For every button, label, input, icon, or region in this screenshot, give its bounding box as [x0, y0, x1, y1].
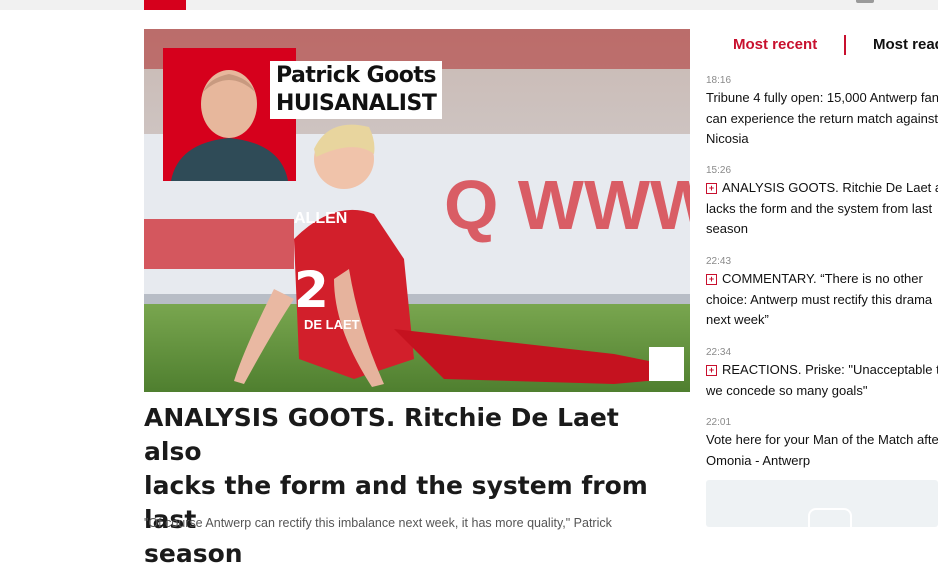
ad-board-text: Q WWW — [444, 166, 690, 244]
headline-line: ANALYSIS GOOTS. Ritchie De Laet also — [144, 403, 619, 466]
list-item[interactable]: 22:01 Vote here for your Man of the Matc… — [706, 417, 938, 471]
analyst-name-label: Patrick Goots — [270, 61, 443, 91]
analyst-role-label: HUISANALIST — [270, 89, 443, 119]
news-title[interactable]: Tribune 4 fully open: 15,000 Antwerp fan… — [706, 88, 938, 150]
tab-most-read[interactable]: Most read — [873, 34, 938, 56]
news-title[interactable]: + ANALYSIS GOOTS. Ritchie De Laet also lac… — [706, 178, 938, 240]
tab-most-recent[interactable]: Most recent — [733, 34, 817, 56]
ad-placeholder-icon — [808, 508, 852, 542]
news-time: 18:16 — [706, 75, 732, 86]
tab-divider — [844, 35, 846, 55]
news-time: 22:43 — [706, 256, 732, 267]
site-logo-tab[interactable] — [144, 0, 186, 10]
news-tabs: Most recent Most read — [706, 34, 938, 58]
list-item[interactable]: 22:43 + COMMENTARY. “There is no other cho… — [706, 256, 938, 331]
news-time: 15:26 — [706, 165, 732, 176]
list-item[interactable]: 18:16 Tribune 4 fully open: 15,000 Antwe… — [706, 75, 938, 150]
news-title[interactable]: + REACTIONS. Priske: "Unacceptable that we… — [706, 360, 938, 401]
premium-plus-icon: + — [706, 183, 717, 194]
news-title[interactable]: Vote here for your Man of the Match afte… — [706, 430, 938, 471]
news-list: 18:16 Tribune 4 fully open: 15,000 Antwe… — [706, 75, 938, 475]
shirt-name: DE LAET — [304, 317, 360, 332]
premium-plus-icon: + — [706, 365, 717, 376]
premium-plus-icon: + — [706, 274, 717, 285]
list-item[interactable]: 22:34 + REACTIONS. Priske: "Unacceptable … — [706, 347, 938, 401]
top-navigation-bar — [0, 0, 938, 10]
shirt-number: 2 — [294, 261, 329, 319]
article-lead: "Of course Antwerp can rectify this imba… — [144, 516, 612, 530]
menu-icon[interactable] — [856, 0, 874, 3]
article-headline[interactable]: ANALYSIS GOOTS. Ritchie De Laet also lac… — [144, 401, 684, 571]
list-item[interactable]: 15:26 + ANALYSIS GOOTS. Ritchie De Laet a… — [706, 165, 938, 240]
headline-line: season — [144, 539, 243, 568]
shirt-sponsor: ALLEN — [294, 210, 347, 227]
news-title[interactable]: + COMMENTARY. “There is no other choice: A… — [706, 269, 938, 331]
news-time: 22:01 — [706, 417, 732, 428]
news-time: 22:34 — [706, 347, 732, 358]
